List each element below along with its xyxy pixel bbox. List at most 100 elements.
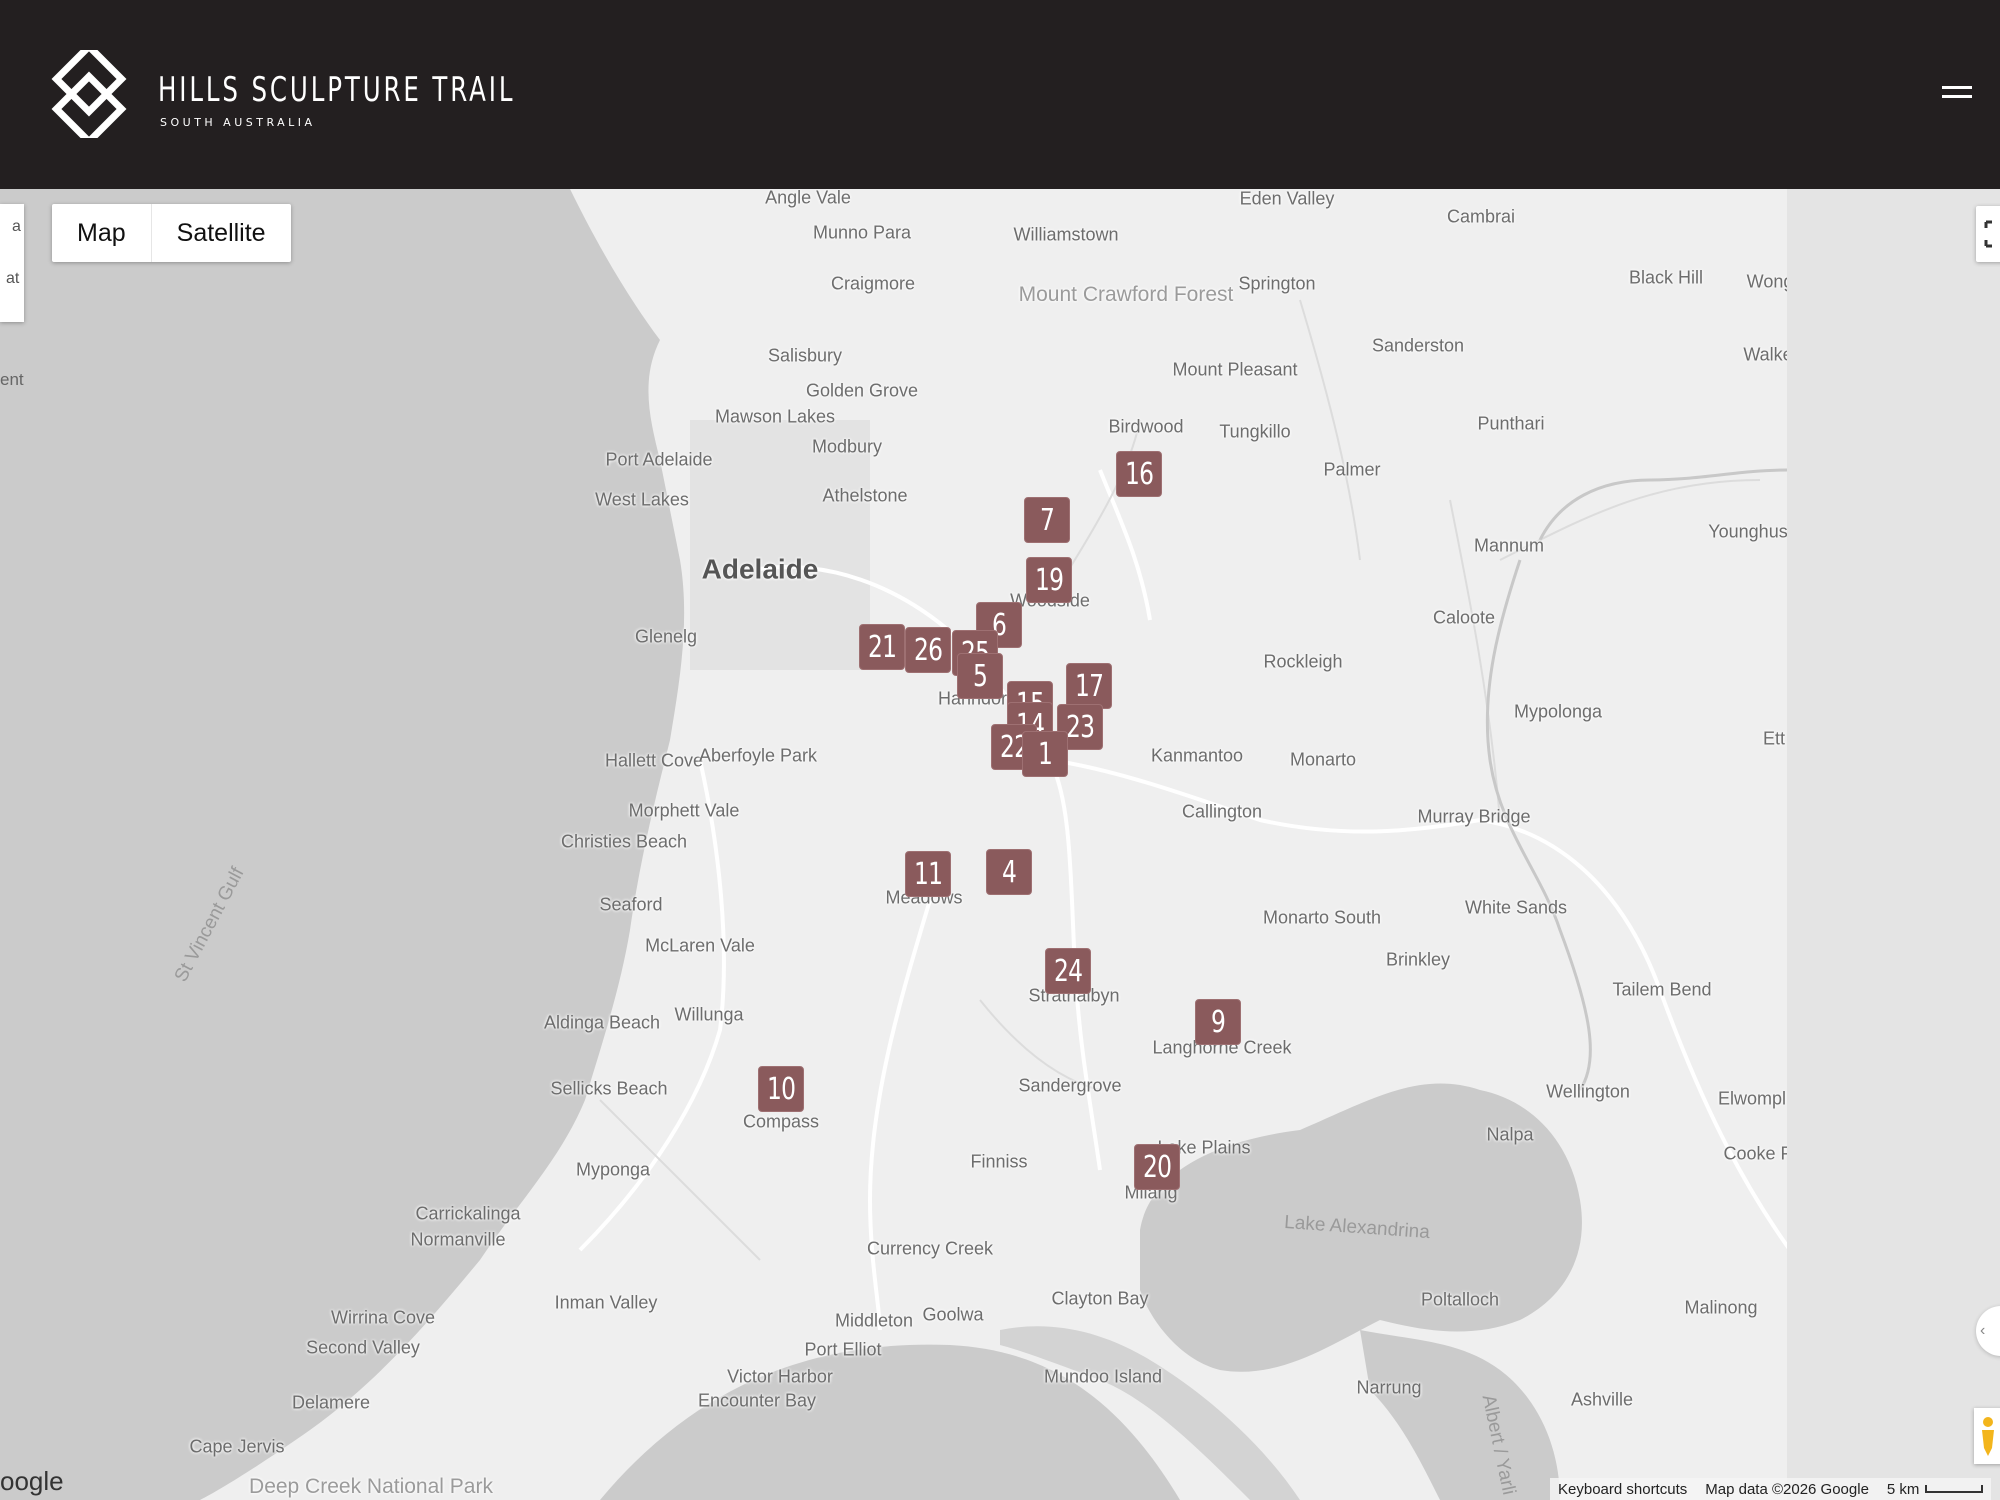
map-type-map-button[interactable]: Map: [52, 204, 151, 262]
scale-indicator[interactable]: 5 km: [1887, 1481, 1984, 1498]
marker-label: 17: [1074, 668, 1104, 704]
place-label: Springton: [1238, 273, 1316, 294]
place-label: Poltalloch: [1420, 1289, 1500, 1310]
marker-label: 4: [1001, 854, 1017, 890]
place-label: Wellington: [1546, 1081, 1630, 1102]
sculpture-marker[interactable]: 24: [1045, 948, 1091, 994]
place-label: Narrung: [1356, 1377, 1422, 1398]
sculpture-marker[interactable]: 21: [859, 624, 905, 670]
place-label: Cape Jervis: [189, 1436, 285, 1457]
place-label: Carrickalinga: [415, 1203, 521, 1224]
place-label: Aberfoyle Park: [698, 745, 818, 766]
marker-label: 7: [1039, 502, 1055, 538]
edge-label: at: [6, 270, 20, 287]
place-label: Caloote: [1432, 607, 1496, 628]
place-label: Port Elliot: [804, 1339, 882, 1360]
marker-label: 5: [972, 658, 988, 694]
sculpture-marker[interactable]: 10: [758, 1066, 804, 1112]
place-label: Salisbury: [767, 345, 843, 366]
place-label: Mannum: [1473, 535, 1545, 556]
place-label: Sellicks Beach: [550, 1078, 668, 1099]
place-label: Munno Para: [812, 222, 912, 243]
place-label: Cambrai: [1446, 206, 1516, 227]
sculpture-marker[interactable]: 7: [1024, 497, 1070, 543]
place-label: Younghus: [1708, 521, 1788, 542]
sculpture-marker[interactable]: 26: [905, 627, 951, 673]
sculpture-marker[interactable]: 19: [1026, 557, 1072, 603]
place-label: Eden Valley: [1239, 189, 1335, 209]
sculpture-marker[interactable]: 17: [1066, 663, 1112, 709]
map-canvas[interactable]: Angle Vale Munno Para Williamstown Eden Val…: [0, 189, 2000, 1500]
site-title[interactable]: HILLS SCULPTURE TRAIL: [158, 70, 515, 110]
google-logo[interactable]: oogle: [0, 1466, 64, 1497]
logo-icon[interactable]: [44, 50, 134, 138]
place-label: White Sands: [1464, 897, 1568, 918]
side-panel-strip: [1787, 189, 2000, 1500]
marker-label: 19: [1034, 562, 1064, 598]
place-label: Second Valley: [306, 1337, 420, 1358]
sculpture-marker[interactable]: 16: [1116, 451, 1162, 497]
place-label: Compass: [742, 1111, 820, 1132]
place-label: Wirrina Cove: [330, 1307, 436, 1328]
place-label: Ashville: [1570, 1389, 1634, 1410]
place-label: Sanderston: [1371, 335, 1465, 356]
place-label: Malinong: [1684, 1297, 1758, 1318]
place-label: Palmer: [1323, 459, 1381, 480]
city-label: Adelaide: [701, 553, 819, 585]
place-label: Elwompl: [1717, 1088, 1787, 1109]
marker-label: 10: [766, 1071, 796, 1107]
hamburger-menu-icon[interactable]: [1942, 82, 1976, 104]
marker-label: 20: [1142, 1149, 1172, 1185]
marker-label: 11: [913, 856, 943, 892]
place-label: Delamere: [291, 1392, 371, 1413]
marker-label: 23: [1065, 709, 1095, 745]
site-subtitle: SOUTH AUSTRALIA: [160, 116, 316, 129]
place-label: Brinkley: [1385, 949, 1451, 970]
map-type-satellite-button[interactable]: Satellite: [152, 204, 291, 262]
place-label: McLaren Vale: [645, 935, 755, 956]
place-label: Kanmantoo: [1150, 745, 1244, 766]
place-label: Monarto South: [1262, 907, 1382, 928]
place-label: Black Hill: [1628, 267, 1704, 288]
place-label: Williamstown: [1013, 224, 1119, 245]
place-label: Normanville: [410, 1229, 506, 1250]
collapsed-side-panel[interactable]: a at: [0, 204, 24, 322]
place-label: Clayton Bay: [1051, 1288, 1149, 1309]
place-label: Christies Beach: [560, 831, 688, 852]
pegman-icon[interactable]: [1974, 1408, 2000, 1464]
scale-label: 5 km: [1886, 1480, 1920, 1498]
place-label: Monarto: [1289, 749, 1357, 770]
sculpture-marker[interactable]: 5: [957, 653, 1003, 699]
place-label: Cooke P: [1723, 1143, 1793, 1164]
sculpture-marker[interactable]: 11: [905, 851, 951, 897]
sculpture-marker[interactable]: 4: [986, 849, 1032, 895]
place-label: Callington: [1181, 801, 1263, 822]
place-label: Hallett Cove: [604, 750, 704, 771]
park-label: Deep Creek National Park: [249, 1474, 493, 1498]
marker-label: 26: [913, 632, 943, 668]
sculpture-marker[interactable]: 1: [1022, 731, 1068, 777]
place-label: Glenelg: [634, 626, 698, 647]
edge-label: a: [12, 218, 21, 235]
marker-label: 1: [1037, 736, 1053, 772]
place-label: Seaford: [599, 894, 663, 915]
place-label: Currency Creek: [866, 1238, 994, 1259]
keyboard-shortcuts-link[interactable]: Keyboard shortcuts: [1558, 1481, 1687, 1498]
marker-label: 21: [867, 629, 897, 665]
place-label: Middleton: [834, 1310, 914, 1331]
scale-bar: [1925, 1485, 1984, 1493]
place-label: Tailem Bend: [1612, 979, 1712, 1000]
map-data-attribution[interactable]: Map data ©2026 Google: [1705, 1481, 1869, 1498]
place-label: Punthari: [1477, 413, 1545, 434]
sculpture-marker[interactable]: 9: [1195, 999, 1241, 1045]
place-label: Angle Vale: [765, 189, 851, 208]
map-type-control: Map Satellite: [52, 204, 291, 262]
fullscreen-icon[interactable]: [1976, 206, 2000, 262]
marker-label: 24: [1053, 953, 1083, 989]
place-label: Finniss: [970, 1151, 1028, 1172]
sculpture-marker[interactable]: 20: [1134, 1144, 1180, 1190]
place-label: Port Adelaide: [605, 449, 713, 470]
place-label: Inman Valley: [554, 1292, 658, 1313]
place-label: Murray Bridge: [1417, 806, 1531, 827]
place-label: Morphett Vale: [628, 800, 740, 821]
